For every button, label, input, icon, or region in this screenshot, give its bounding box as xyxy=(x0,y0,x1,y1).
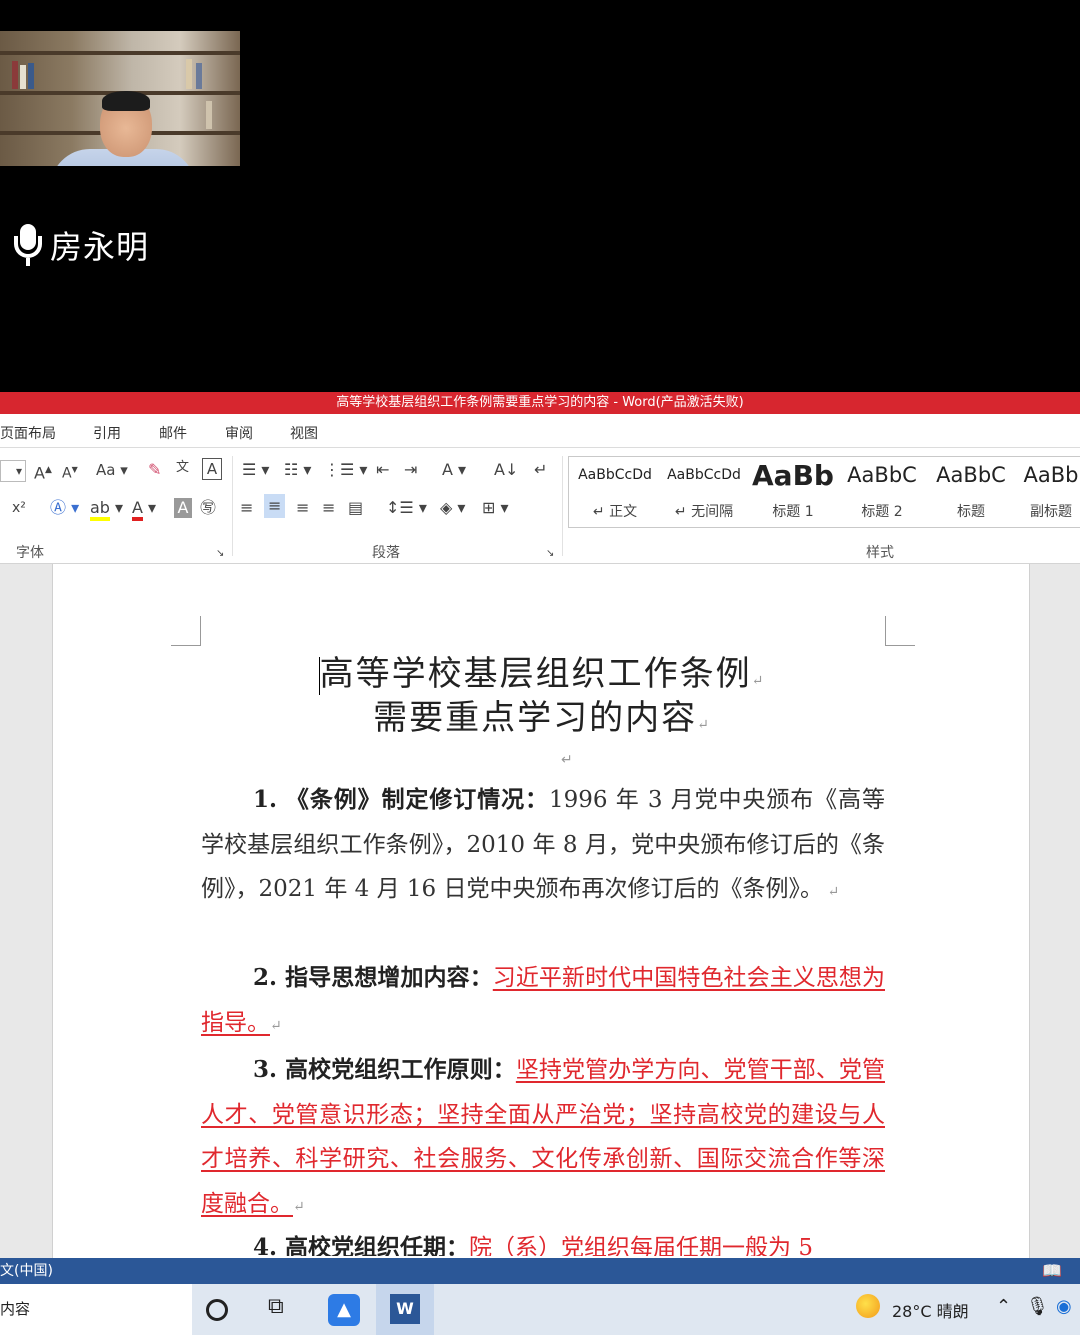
font-size-dropdown[interactable]: ▾ xyxy=(0,460,26,482)
style-normal[interactable]: AaBbCcDd ↵ 正文 xyxy=(571,457,659,527)
book xyxy=(20,65,26,89)
read-mode-icon[interactable]: 📖 xyxy=(1042,1258,1062,1284)
document-area[interactable]: 高等学校基层组织工作条例↵ 需要重点学习的内容↵ ↵ 1. 《条例》制定修订情况… xyxy=(0,564,1080,1258)
microphone-tray-icon[interactable]: 🎙 xyxy=(1026,1296,1049,1317)
document-page[interactable]: 高等学校基层组织工作条例↵ 需要重点学习的内容↵ ↵ 1. 《条例》制定修订情况… xyxy=(52,564,1030,1258)
paragraph-1: 1. 《条例》制定修订情况：1996 年 3 月党中央颁布《高等学校基层组织工作… xyxy=(201,786,885,903)
grow-font-icon[interactable]: A▲ xyxy=(34,460,52,483)
chinese-layout-icon[interactable]: A ▾ xyxy=(442,460,466,480)
char-shading-icon[interactable]: A xyxy=(174,498,192,518)
bookshelf-shelf xyxy=(0,51,240,55)
book xyxy=(12,61,18,89)
align-right-icon[interactable]: ≡ xyxy=(296,498,309,518)
book xyxy=(206,101,212,129)
paragraph-group-label: 段落 xyxy=(372,545,400,561)
book xyxy=(196,63,202,89)
increase-indent-icon[interactable]: ⇥ xyxy=(404,460,417,480)
word-taskbar-button[interactable]: W xyxy=(376,1284,434,1335)
style-heading-2[interactable]: AaBbC 标题 2 xyxy=(838,457,926,527)
book xyxy=(186,59,192,89)
paragraph-3: 3. 高校党组织工作原则：坚持党管办学方向、党管干部、党管人才、党管意识形态；坚… xyxy=(201,1056,885,1217)
change-case-icon[interactable]: Aa ▾ xyxy=(96,460,128,480)
task-view-icon[interactable]: ⧉ xyxy=(268,1294,300,1326)
language-status[interactable]: 文(中国) xyxy=(0,1258,53,1284)
styles-group-label: 样式 xyxy=(866,545,894,561)
word-window: 高等学校基层组织工作条例需要重点学习的内容 - Word(产品激活失败) 页面布… xyxy=(0,392,1080,1335)
ribbon-tabs: 页面布局 引用 邮件 审阅 视图 xyxy=(0,414,1080,448)
chevron-up-icon[interactable]: ⌃ xyxy=(996,1296,1011,1317)
numbering-icon[interactable]: ☷ ▾ xyxy=(284,460,311,480)
justify-icon[interactable]: ≡ xyxy=(322,498,335,518)
bullets-icon[interactable]: ☰ ▾ xyxy=(242,460,269,480)
font-group-label: 字体 xyxy=(16,545,44,561)
paragraph-4: 4. 高校党组织任期：院（系）党组织每届任期一般为 5 xyxy=(253,1234,813,1256)
security-shield-icon[interactable]: ◉ xyxy=(1056,1296,1072,1317)
document-title-line2: 需要重点学习的内容↵ xyxy=(373,698,711,738)
cortana-icon[interactable] xyxy=(206,1299,228,1321)
style-subtitle[interactable]: AaBb 副标题 xyxy=(1016,457,1080,527)
multilevel-list-icon[interactable]: ⋮☰ ▾ xyxy=(324,460,367,480)
video-call-area: 房永明 xyxy=(0,0,1080,392)
margin-corner-mark xyxy=(885,616,915,646)
book xyxy=(28,63,34,89)
borders-icon[interactable]: ⊞ ▾ xyxy=(482,498,509,518)
document-title-line1: 高等学校基层组织工作条例↵ xyxy=(318,654,766,695)
margin-corner-mark xyxy=(171,616,201,646)
line-spacing-icon[interactable]: ↕☰ ▾ xyxy=(386,498,427,518)
tab-mailings[interactable]: 邮件 xyxy=(159,423,187,443)
decrease-indent-icon[interactable]: ⇤ xyxy=(376,460,389,480)
shrink-font-icon[interactable]: A▼ xyxy=(62,460,78,484)
active-speaker-label: 房永明 xyxy=(10,222,149,268)
tab-references[interactable]: 引用 xyxy=(93,423,121,443)
style-title[interactable]: AaBbC 标题 xyxy=(927,457,1015,527)
word-icon: W xyxy=(390,1294,420,1324)
superscript-icon[interactable]: x² xyxy=(12,498,26,518)
ribbon-separator xyxy=(232,456,233,556)
taskbar-search-box[interactable]: 内容 xyxy=(0,1284,192,1335)
ribbon: ▾ A▲ A▼ Aa ▾ ✎ 文 A x² Ⓐ ▾ ab ▾ A ▾ A ㊢ 字… xyxy=(0,448,1080,564)
paragraph-2: 2. 指导思想增加内容：习近平新时代中国特色社会主义思想为指导。↵ xyxy=(201,964,885,1036)
paragraph-dialog-launcher-icon[interactable]: ↘ xyxy=(546,544,554,564)
status-bar: 文(中国) 📖 xyxy=(0,1258,1080,1284)
tab-view[interactable]: 视图 xyxy=(290,423,318,443)
phonetic-guide-icon[interactable]: 文 xyxy=(176,458,189,478)
taskbar: 内容 ⧉ ▲ W 28°C 晴朗 ⌃ 🎙 ◉ xyxy=(0,1284,1080,1335)
style-heading-1[interactable]: AaBb 标题 1 xyxy=(749,457,837,527)
char-border-icon[interactable]: A xyxy=(202,458,222,480)
distributed-icon[interactable]: ▤ xyxy=(348,498,363,518)
tab-page-layout[interactable]: 页面布局 xyxy=(0,423,56,443)
speaker-hair xyxy=(102,91,150,111)
window-title: 高等学校基层组织工作条例需要重点学习的内容 - Word(产品激活失败) xyxy=(0,392,1080,414)
meeting-app-icon[interactable]: ▲ xyxy=(328,1294,360,1326)
font-dialog-launcher-icon[interactable]: ↘ xyxy=(216,544,224,564)
styles-gallery: AaBbCcDd ↵ 正文 AaBbCcDd ↵ 无间隔 AaBb 标题 1 A… xyxy=(568,456,1080,528)
sort-icon[interactable]: A↓ xyxy=(494,460,518,480)
weather-text[interactable]: 28°C 晴朗 xyxy=(892,1298,969,1322)
highlight-icon[interactable]: ab ▾ xyxy=(90,498,123,521)
shading-icon[interactable]: ◈ ▾ xyxy=(440,498,465,518)
clear-format-icon[interactable]: ✎ xyxy=(148,460,161,480)
speaker-name: 房永明 xyxy=(50,228,150,266)
align-left-icon[interactable]: ≡ xyxy=(240,498,253,518)
style-no-spacing[interactable]: AaBbCcDd ↵ 无间隔 xyxy=(660,457,748,527)
font-color-icon[interactable]: A ▾ xyxy=(132,498,156,521)
webcam-video xyxy=(0,31,240,166)
ribbon-separator xyxy=(562,456,563,556)
empty-paragraph-mark: ↵ xyxy=(561,752,573,768)
show-marks-icon[interactable]: ↵ xyxy=(534,460,547,480)
text-effects-icon[interactable]: Ⓐ ▾ xyxy=(50,498,79,518)
enclose-char-icon[interactable]: ㊢ xyxy=(200,498,216,518)
tab-review[interactable]: 审阅 xyxy=(225,423,253,443)
align-center-icon[interactable]: ≡ xyxy=(264,494,286,518)
weather-sun-icon[interactable] xyxy=(856,1294,880,1318)
microphone-icon xyxy=(10,222,46,268)
